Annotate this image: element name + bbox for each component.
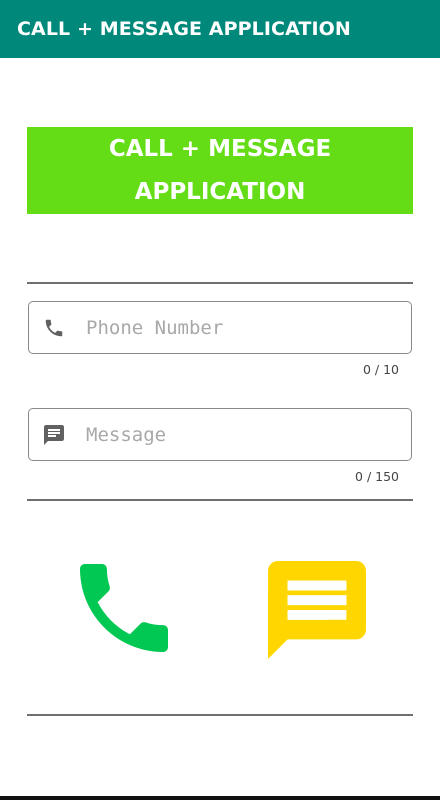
call-icon [80,564,168,652]
divider-bottom [27,714,413,716]
divider-middle [27,499,413,501]
bottom-edge [0,796,440,800]
send-message-button[interactable] [268,561,366,659]
call-button[interactable] [80,564,168,652]
message-icon [42,423,66,447]
app-bar: CALL + MESSAGE APPLICATION [0,0,440,58]
phone-number-field[interactable] [28,301,412,354]
message-field[interactable] [28,408,412,461]
app-bar-title: CALL + MESSAGE APPLICATION [17,18,351,40]
message-input[interactable] [86,423,386,446]
phone-number-input[interactable] [86,316,386,339]
phone-icon [42,316,66,340]
message-character-counter: 0 / 150 [355,469,399,484]
title-banner: CALL + MESSAGE APPLICATION [27,127,413,214]
banner-title-line-2: APPLICATION [134,178,306,205]
chat-icon [268,561,366,659]
phone-character-counter: 0 / 10 [362,362,399,377]
banner-title-line-1: CALL + MESSAGE [108,135,332,162]
divider-top [27,282,413,284]
